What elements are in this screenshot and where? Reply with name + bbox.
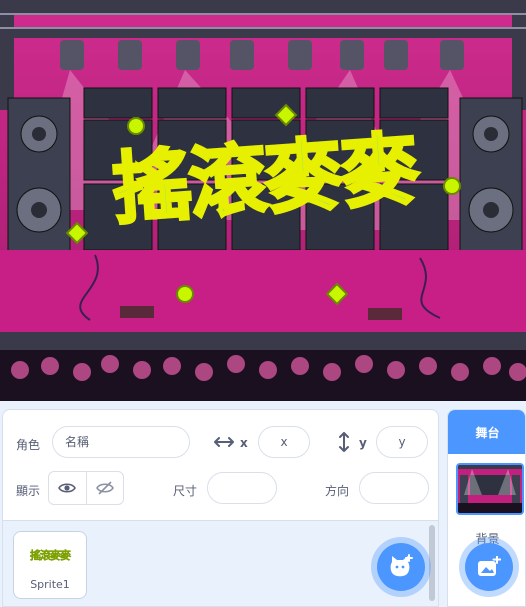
- eye-icon: [58, 483, 77, 493]
- image-add-icon: [478, 556, 501, 576]
- sprite-tile[interactable]: 搖滾麥麥 Sprite1: [13, 531, 87, 599]
- sprite-list-scrollbar[interactable]: [429, 525, 435, 601]
- show-label: 顯示: [16, 484, 41, 498]
- y-input[interactable]: y: [376, 426, 428, 458]
- direction-label: 方向: [325, 484, 350, 498]
- size-label: 尺寸: [173, 484, 198, 498]
- x-label: x: [240, 436, 248, 450]
- size-input[interactable]: [207, 472, 277, 504]
- stage-canvas[interactable]: 搖滾麥麥: [0, 0, 526, 401]
- sprite-label: 角色: [16, 438, 41, 452]
- hide-button[interactable]: [85, 472, 124, 504]
- x-input[interactable]: x: [258, 426, 310, 458]
- add-backdrop-button[interactable]: [465, 543, 513, 591]
- show-button[interactable]: [49, 472, 86, 504]
- cat-add-icon: [390, 554, 413, 577]
- sprite-list: 搖滾麥麥 Sprite1: [2, 521, 439, 607]
- eye-slash-icon: [95, 481, 114, 495]
- x-arrows-icon: [214, 437, 234, 447]
- stage-panel: 舞台 背景: [447, 409, 526, 607]
- sprite-info-panel: 角色 名稱 x x y y 顯示 尺寸 方向: [2, 409, 439, 521]
- visibility-toggle: [48, 471, 124, 505]
- direction-input[interactable]: [359, 472, 429, 504]
- sprite-name-input[interactable]: 名稱: [52, 426, 190, 458]
- y-label: y: [359, 436, 367, 450]
- sprite-thumbnail: 搖滾麥麥: [30, 549, 71, 562]
- y-arrows-icon: [339, 432, 349, 452]
- backdrop-thumbnail-image: [458, 465, 522, 513]
- add-sprite-button[interactable]: [377, 543, 425, 591]
- sprite-name: Sprite1: [30, 578, 70, 591]
- stage-thumbnail[interactable]: [456, 463, 524, 515]
- stage-header[interactable]: 舞台: [448, 410, 525, 454]
